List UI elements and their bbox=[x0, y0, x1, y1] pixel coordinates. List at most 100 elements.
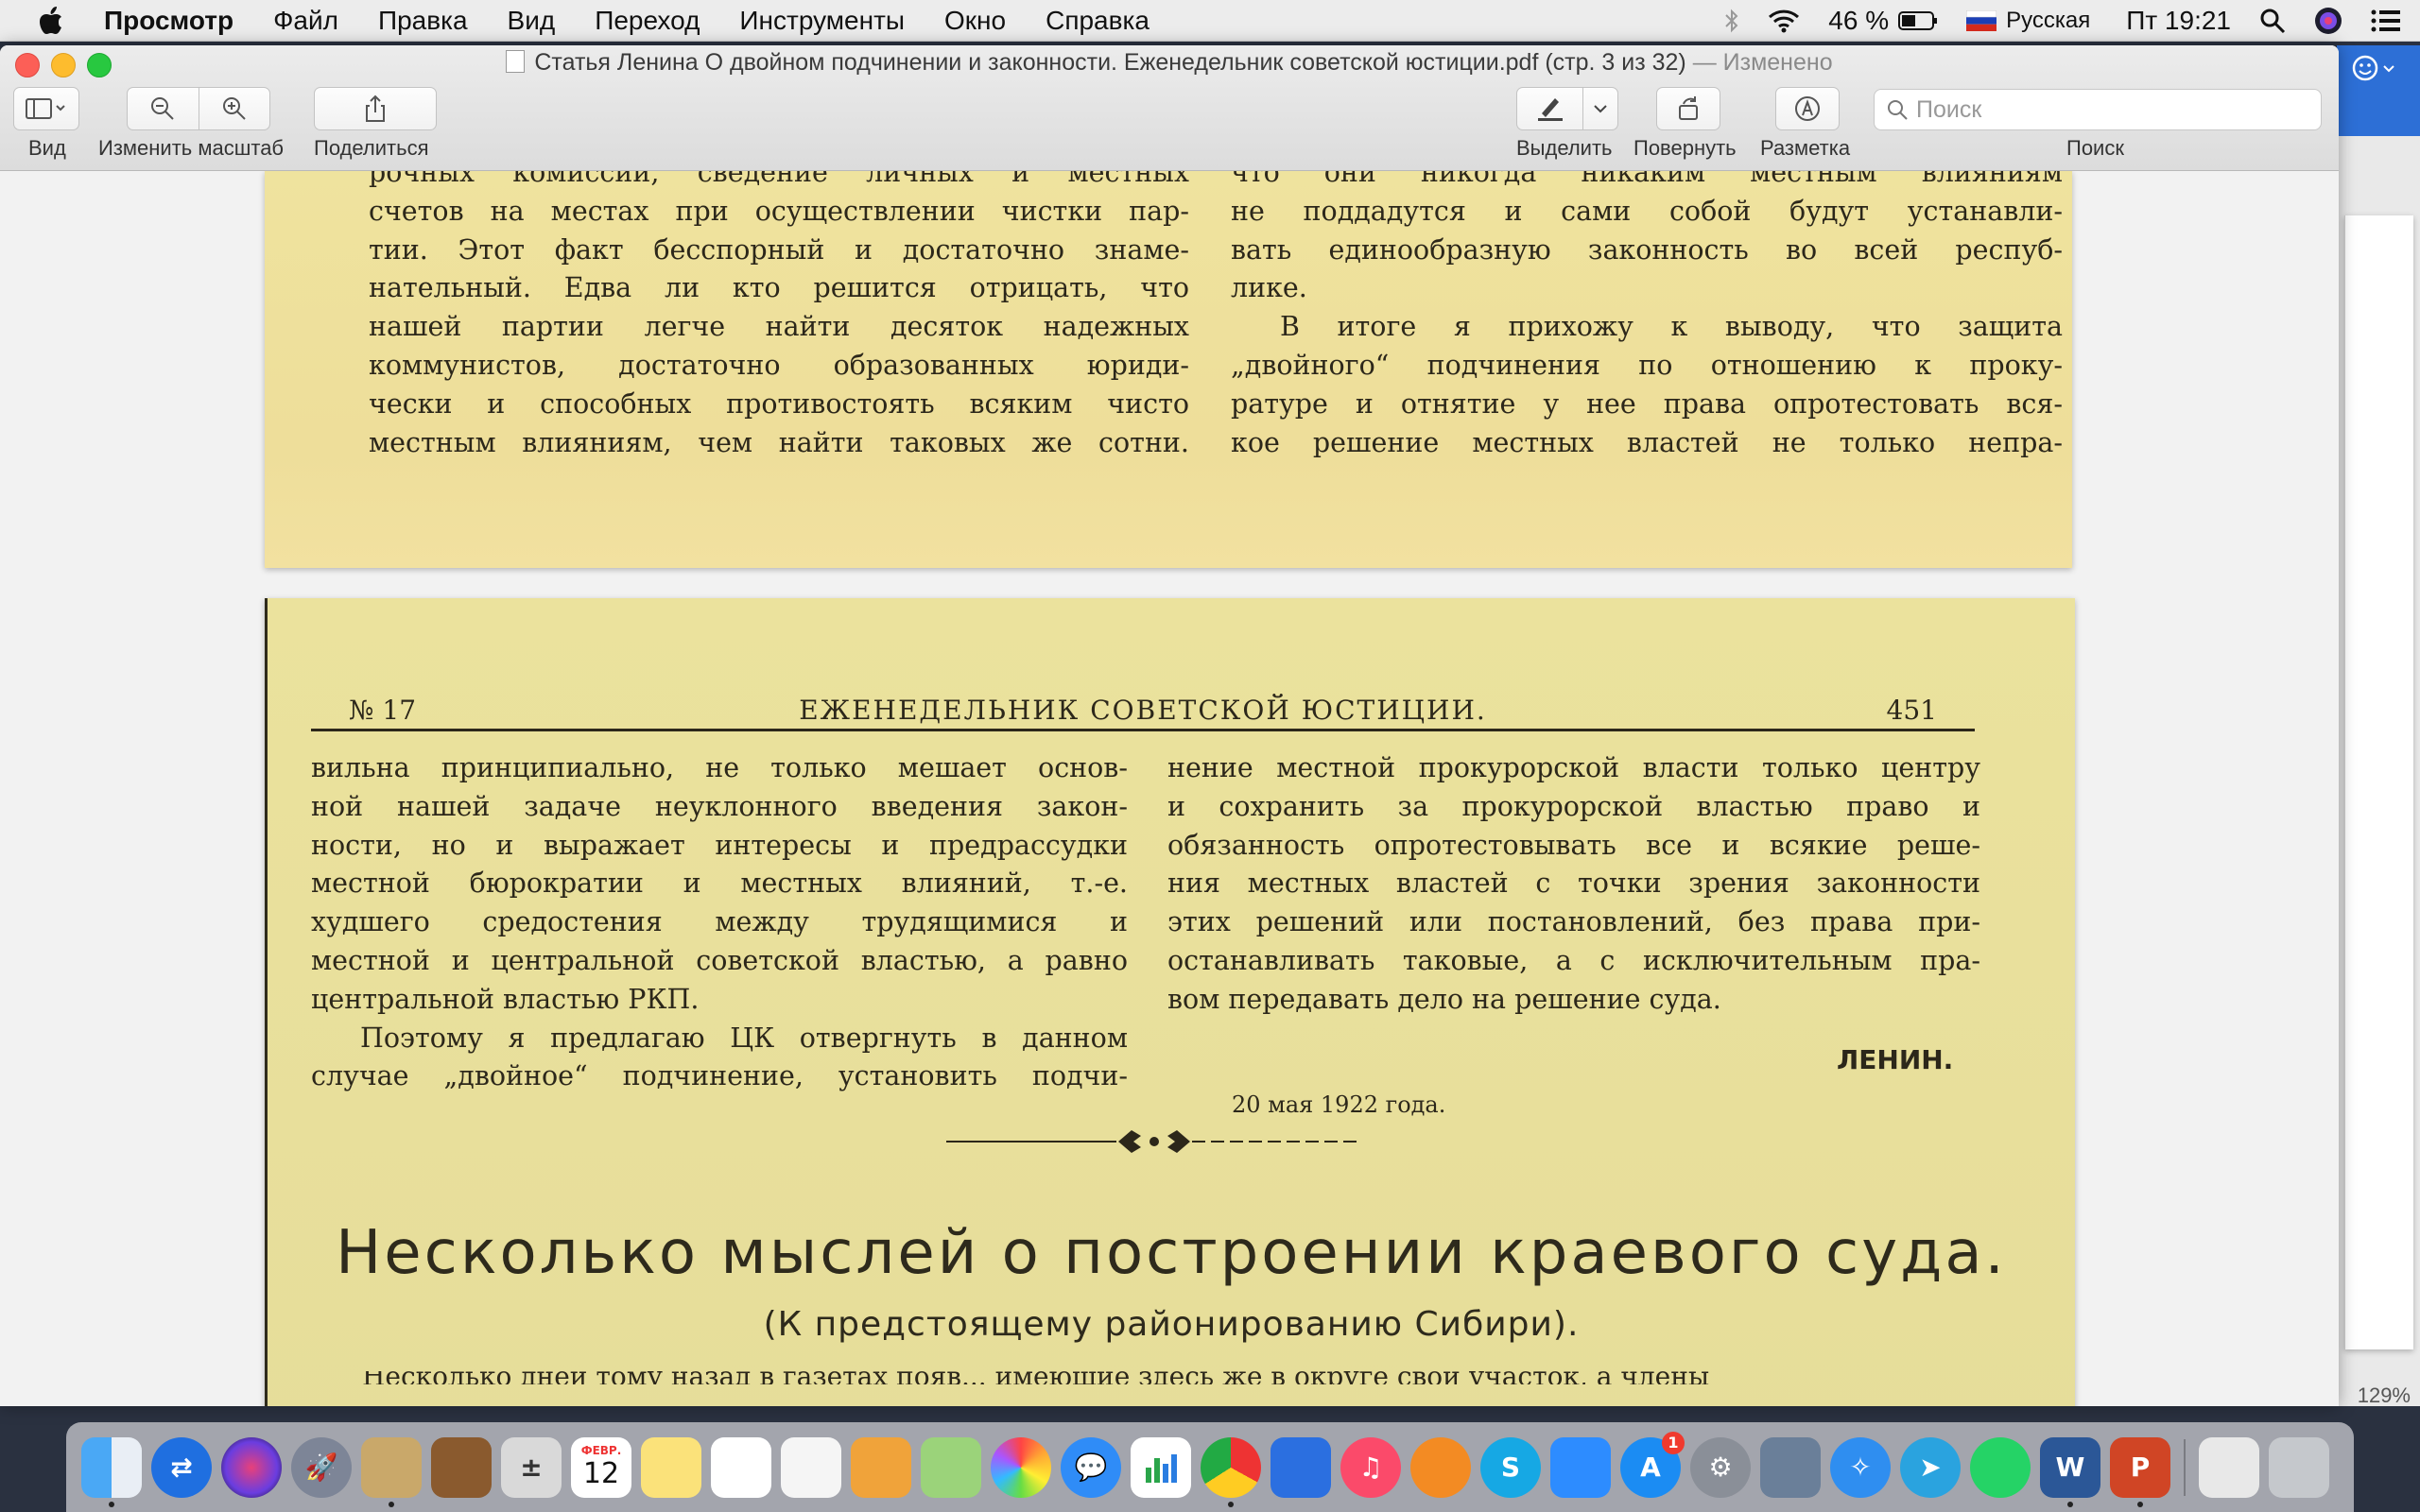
highlighter-icon bbox=[1537, 98, 1563, 121]
word-icon[interactable]: W bbox=[2040, 1436, 2100, 1507]
share-button[interactable] bbox=[314, 87, 437, 130]
keynote-icon[interactable] bbox=[1270, 1436, 1331, 1498]
share-icon bbox=[366, 94, 385, 122]
edited-status[interactable]: — Изменено bbox=[1693, 49, 1833, 76]
text-line: ратуре и отнятие у нее права опротестова… bbox=[1231, 387, 2063, 420]
pdf-document-icon[interactable] bbox=[506, 50, 526, 73]
siri-dock-icon[interactable] bbox=[221, 1436, 282, 1498]
menu-window[interactable]: Окно bbox=[944, 6, 1006, 36]
ornament-divider-icon bbox=[946, 1130, 1362, 1153]
dock-separator bbox=[2184, 1438, 2186, 1496]
preview-app-icon[interactable] bbox=[361, 1436, 422, 1507]
article-date: 20 мая 1922 года. bbox=[1232, 1091, 1446, 1118]
zoom-out-button[interactable] bbox=[128, 88, 199, 129]
markup-button[interactable] bbox=[1775, 87, 1840, 130]
reminders-icon[interactable] bbox=[711, 1436, 771, 1498]
menu-go[interactable]: Переход bbox=[595, 6, 700, 36]
clock[interactable]: Пт 19:21 bbox=[2126, 6, 2231, 36]
notebook-icon[interactable] bbox=[431, 1436, 492, 1498]
menu-help[interactable]: Справка bbox=[1046, 6, 1150, 36]
dock: ⇄ 🚀 ± ФЕВР. 12 💬 ♫ S A1 ⚙ ✧ ➤ W P bbox=[66, 1422, 2354, 1512]
text-line: местной бюрократии и местных влияний, т.… bbox=[311, 868, 1128, 900]
share-label: Поделиться bbox=[314, 136, 429, 160]
search-field[interactable]: Поиск bbox=[1874, 89, 2322, 130]
zoom-app-icon[interactable] bbox=[1550, 1436, 1611, 1498]
text-line: вом передавать дело на решение суда. bbox=[1167, 983, 1721, 1015]
page-number: 451 bbox=[1886, 695, 1937, 726]
text-line: ния местных властей с точки зрения закон… bbox=[1167, 868, 1980, 900]
text-line: и сохранить за прокурорской властью прав… bbox=[1167, 790, 1980, 822]
author-signature: ЛЕНИН. bbox=[1837, 1044, 1954, 1075]
text-line: худшего средостения между трудящимися и bbox=[311, 906, 1128, 938]
skype-icon[interactable]: S bbox=[1480, 1436, 1541, 1498]
background-window bbox=[2337, 45, 2420, 1406]
finder-icon[interactable] bbox=[81, 1436, 142, 1507]
text-line: ности, но и выражает интересы и предрасс… bbox=[311, 829, 1128, 861]
messages-icon[interactable]: 💬 bbox=[1061, 1436, 1121, 1498]
launchpad-icon[interactable]: 🚀 bbox=[291, 1436, 352, 1498]
calculator-icon[interactable]: ± bbox=[501, 1436, 562, 1498]
preview-window: Статья Ленина О двойном подчинении и зак… bbox=[0, 45, 2339, 1406]
powerpoint-icon[interactable]: P bbox=[2110, 1436, 2170, 1507]
zoom-in-button[interactable] bbox=[199, 88, 270, 129]
notification-center-icon[interactable] bbox=[2371, 9, 2401, 33]
bluetooth-icon[interactable] bbox=[1724, 9, 1739, 33]
system-preferences-icon[interactable]: ⚙ bbox=[1690, 1436, 1751, 1498]
photos-icon[interactable] bbox=[991, 1436, 1051, 1498]
highlight-button[interactable] bbox=[1517, 88, 1584, 129]
rotate-button[interactable] bbox=[1656, 87, 1720, 130]
battery-percent[interactable]: 46 % bbox=[1828, 6, 1889, 36]
calendar-icon[interactable]: ФЕВР. 12 bbox=[571, 1436, 631, 1498]
telegram-icon[interactable]: ➤ bbox=[1900, 1436, 1961, 1498]
text-line: лике. bbox=[1231, 272, 1307, 304]
input-source-label[interactable]: Русская bbox=[2006, 8, 2090, 34]
header-rule bbox=[311, 729, 1975, 731]
text-line: нашей партии легче найти десяток надежны… bbox=[369, 311, 1189, 343]
menu-tools[interactable]: Инструменты bbox=[739, 6, 905, 36]
flag-ru-icon[interactable] bbox=[1966, 10, 1997, 31]
books-icon[interactable] bbox=[1410, 1436, 1471, 1498]
page2-right-column: нение местной прокурорской власти только… bbox=[1167, 749, 1980, 1020]
text-line: чески и способных противостоять всяким ч… bbox=[369, 387, 1189, 420]
text-line: вильна принципиально, не только мешает о… bbox=[311, 752, 1128, 783]
menu-edit[interactable]: Правка bbox=[378, 6, 468, 36]
text-line: В итоге я прихожу к выводу, что защита bbox=[1280, 311, 2063, 343]
notes-icon[interactable] bbox=[641, 1436, 701, 1498]
highlight-dropdown[interactable] bbox=[1583, 88, 1617, 129]
app-store-icon[interactable]: A1 bbox=[1620, 1431, 1685, 1498]
menu-file[interactable]: Файл bbox=[273, 6, 338, 36]
keynote-alt-icon[interactable] bbox=[851, 1436, 911, 1498]
zoom-out-icon bbox=[151, 97, 174, 120]
numbers-icon[interactable] bbox=[1131, 1436, 1191, 1498]
whatsapp-icon[interactable] bbox=[1970, 1436, 2031, 1498]
spotlight-icon[interactable] bbox=[2259, 8, 2286, 34]
menu-app-preview[interactable]: Просмотр bbox=[104, 6, 233, 36]
markup-label: Разметка bbox=[1760, 136, 1851, 160]
battery-icon[interactable] bbox=[1898, 10, 1938, 31]
image-capture-icon[interactable] bbox=[1760, 1436, 1821, 1498]
menu-view[interactable]: Вид bbox=[508, 6, 556, 36]
safari-icon[interactable]: ✧ bbox=[1830, 1436, 1891, 1498]
downloads-stack-icon[interactable] bbox=[2199, 1436, 2259, 1498]
window-title: Статья Ленина О двойном подчинении и зак… bbox=[0, 49, 2339, 77]
text-line: этих решений или постановлений, без прав… bbox=[1167, 906, 1980, 938]
text-line: вать единообразную законность во всей ре… bbox=[1231, 233, 2063, 266]
document-scroll-area[interactable]: рочных комиссий, сведение личных и местн… bbox=[0, 171, 2339, 1406]
music-icon[interactable]: ♫ bbox=[1340, 1436, 1401, 1498]
chrome-icon[interactable] bbox=[1201, 1436, 1261, 1507]
teamviewer-icon[interactable]: ⇄ bbox=[151, 1436, 212, 1498]
menu-bar: Просмотр Файл Правка Вид Переход Инструм… bbox=[0, 0, 2420, 42]
textedit-icon[interactable] bbox=[781, 1436, 841, 1498]
calendar-month: ФЕВР. bbox=[580, 1444, 622, 1457]
page1-left-column: рочных комиссий, сведение личных и местн… bbox=[369, 171, 1189, 462]
partial-text-line: Несколько дней тому назад в газетах появ… bbox=[362, 1371, 1969, 1384]
chevron-down-icon bbox=[1594, 105, 1607, 113]
siri-icon[interactable] bbox=[2314, 7, 2342, 35]
wifi-icon[interactable] bbox=[1768, 9, 1800, 33]
trash-icon[interactable] bbox=[2269, 1436, 2329, 1498]
apple-menu-icon[interactable] bbox=[32, 0, 70, 42]
article-subtitle: (К предстоящему районированию Сибири). bbox=[763, 1305, 1580, 1344]
text-line: местным влияниям, чем найти таковых же с… bbox=[369, 426, 1189, 458]
maps-icon[interactable] bbox=[921, 1436, 981, 1498]
sidebar-view-button[interactable] bbox=[13, 87, 79, 130]
